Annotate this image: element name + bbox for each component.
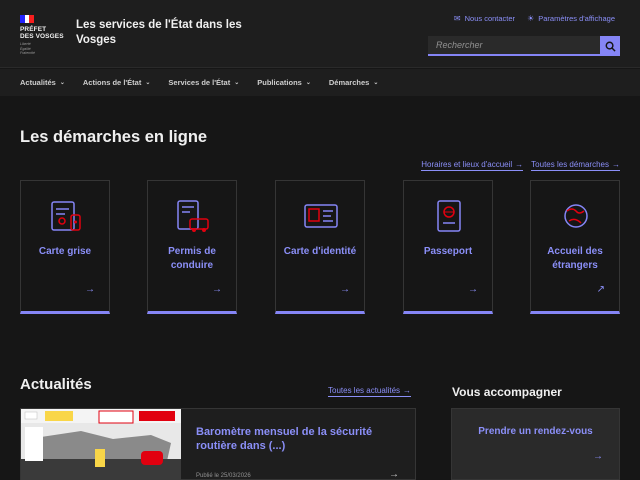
card-label: Permis de conduire [168,246,216,271]
actualites-heading: Actualités [20,376,92,393]
horaires-label: Horaires et lieux d'accueil [421,160,513,169]
card-label: Passeport [423,246,473,257]
marianne-flag-icon [20,15,35,23]
news-card[interactable]: Baromètre mensuel de la sécurité routièr… [20,408,416,480]
search-input[interactable] [428,36,600,56]
arrow-right-icon: → [389,469,399,480]
all-demarches-label: Toutes les démarches [531,160,609,169]
news-thumbnail [21,409,181,480]
search-bar [428,36,620,56]
chevron-down-icon: ⌄ [59,80,65,86]
all-news-label: Toutes les actualités [328,386,401,395]
site-header: PRÉFET DES VOSGES Liberté Égalité Frater… [0,0,640,68]
chevron-down-icon: ⌄ [305,80,311,86]
site-title[interactable]: Les services de l'État dans les Vosges [76,18,256,48]
display-settings-button[interactable]: ☀ Paramètres d'affichage [527,14,615,23]
arrow-right-icon: → [593,451,603,462]
chevron-down-icon: ⌄ [234,80,240,86]
driving-licence-icon [177,200,209,232]
nav-label: Démarches [328,78,370,87]
card-accueil-etrangers[interactable]: Accueil des étrangers ↗ [530,180,620,314]
nav-label: Actualités [20,78,56,87]
car-registration-icon [51,201,81,231]
nav-item-demarches[interactable]: Démarches ⌄ [329,69,378,96]
external-link-icon: ↗ [596,284,605,295]
demarches-heading: Les démarches en ligne [20,128,208,146]
demarches-cards: Carte grise → Permis de conduire → Carte… [20,180,620,314]
all-news-link[interactable]: Toutes les actualités → [328,386,412,397]
horaires-link[interactable]: Horaires et lieux d'accueil → [421,160,524,171]
card-carte-identite[interactable]: Carte d'identité → [275,180,365,314]
arrow-right-icon: → [403,386,412,395]
accompagner-heading: Vous accompagner [452,385,562,399]
chevron-down-icon: ⌄ [145,80,151,86]
nav-label: Actions de l'État [82,78,142,87]
nav-label: Services de l'État [168,78,231,87]
globe-icon [564,204,588,228]
card-passeport[interactable]: Passeport → [403,180,493,314]
chevron-down-icon: ⌄ [373,80,379,86]
display-settings-label: Paramètres d'affichage [538,14,615,23]
contact-label: Nous contacter [464,14,516,23]
search-icon [605,41,616,52]
card-permis-de-conduire[interactable]: Permis de conduire → [147,180,237,314]
all-demarches-link[interactable]: Toutes les démarches → [531,160,620,171]
arrow-right-icon: → [85,284,95,295]
card-label: Carte grise [38,246,92,257]
logo-line-2: DES VOSGES [20,33,64,40]
arrow-right-icon: → [612,160,620,169]
card-carte-grise[interactable]: Carte grise → [20,180,110,314]
arrow-right-icon: → [468,284,478,295]
mail-icon: ✉ [453,14,461,23]
news-date: Publié le 25/03/2026 [196,473,251,479]
motto-fraternite: Fraternité [20,51,35,55]
passport-icon [437,200,461,232]
card-label: Accueil des étrangers [547,246,603,271]
nav-item-services[interactable]: Services de l'État ⌄ [168,69,239,96]
rendez-vous-label: Prendre un rendez-vous [478,426,593,437]
contact-link[interactable]: ✉ Nous contacter [454,14,515,23]
news-thumbnail-image [21,409,181,480]
arrow-right-icon: → [515,160,524,169]
search-button[interactable] [600,36,620,56]
logo-line-1: PRÉFET [20,26,47,33]
nav-item-publications[interactable]: Publications ⌄ [257,69,311,96]
main-nav: Actualités ⌄ Actions de l'État ⌄ Service… [0,69,640,96]
demarches-links: Horaires et lieux d'accueil → Toutes les… [421,160,620,171]
nav-item-actions[interactable]: Actions de l'État ⌄ [83,69,151,96]
nav-label: Publications [257,78,302,87]
rendez-vous-card[interactable]: Prendre un rendez-vous → [451,408,620,480]
arrow-right-icon: → [212,284,222,295]
prefecture-logo[interactable]: PRÉFET DES VOSGES Liberté Égalité Frater… [20,15,66,56]
identity-card-icon [304,204,338,228]
theme-icon: ☀ [527,14,535,23]
header-tools: ✉ Nous contacter ☀ Paramètres d'affichag… [454,14,615,23]
news-title[interactable]: Baromètre mensuel de la sécurité routièr… [196,425,396,453]
card-label: Carte d'identité [283,246,357,257]
arrow-right-icon: → [340,284,350,295]
nav-item-actualites[interactable]: Actualités ⌄ [20,69,65,96]
